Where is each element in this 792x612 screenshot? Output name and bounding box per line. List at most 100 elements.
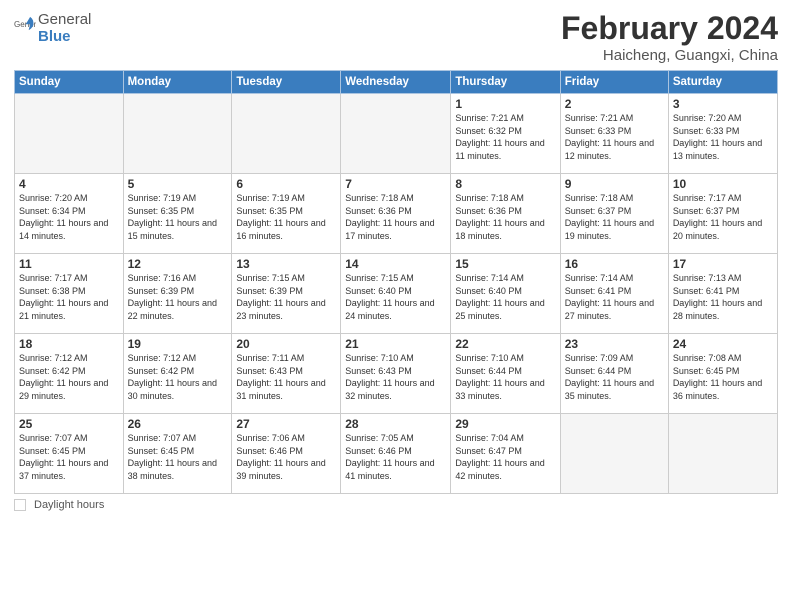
page-header: General General Blue February 2024 Haich… bbox=[14, 10, 778, 64]
calendar-day-cell: 17Sunrise: 7:13 AMSunset: 6:41 PMDayligh… bbox=[668, 254, 777, 334]
calendar-week-row: 25Sunrise: 7:07 AMSunset: 6:45 PMDayligh… bbox=[15, 414, 778, 494]
day-info: Sunrise: 7:14 AMSunset: 6:40 PMDaylight:… bbox=[455, 272, 555, 322]
day-info: Sunrise: 7:15 AMSunset: 6:40 PMDaylight:… bbox=[345, 272, 446, 322]
day-number: 19 bbox=[128, 337, 228, 351]
day-number: 9 bbox=[565, 177, 664, 191]
day-info: Sunrise: 7:14 AMSunset: 6:41 PMDaylight:… bbox=[565, 272, 664, 322]
day-number: 21 bbox=[345, 337, 446, 351]
calendar-day-cell: 24Sunrise: 7:08 AMSunset: 6:45 PMDayligh… bbox=[668, 334, 777, 414]
day-number: 18 bbox=[19, 337, 119, 351]
day-info: Sunrise: 7:18 AMSunset: 6:36 PMDaylight:… bbox=[345, 192, 446, 242]
day-info: Sunrise: 7:16 AMSunset: 6:39 PMDaylight:… bbox=[128, 272, 228, 322]
day-info: Sunrise: 7:17 AMSunset: 6:37 PMDaylight:… bbox=[673, 192, 773, 242]
calendar-day-cell: 27Sunrise: 7:06 AMSunset: 6:46 PMDayligh… bbox=[232, 414, 341, 494]
day-number: 26 bbox=[128, 417, 228, 431]
calendar-day-cell: 18Sunrise: 7:12 AMSunset: 6:42 PMDayligh… bbox=[15, 334, 124, 414]
day-info: Sunrise: 7:18 AMSunset: 6:36 PMDaylight:… bbox=[455, 192, 555, 242]
calendar-day-cell bbox=[341, 94, 451, 174]
title-block: February 2024 Haicheng, Guangxi, China bbox=[561, 10, 778, 64]
calendar-week-row: 1Sunrise: 7:21 AMSunset: 6:32 PMDaylight… bbox=[15, 94, 778, 174]
day-info: Sunrise: 7:12 AMSunset: 6:42 PMDaylight:… bbox=[128, 352, 228, 402]
calendar-day-cell: 19Sunrise: 7:12 AMSunset: 6:42 PMDayligh… bbox=[123, 334, 232, 414]
day-number: 1 bbox=[455, 97, 555, 111]
calendar-day-cell bbox=[15, 94, 124, 174]
day-number: 27 bbox=[236, 417, 336, 431]
day-info: Sunrise: 7:07 AMSunset: 6:45 PMDaylight:… bbox=[19, 432, 119, 482]
calendar-day-cell: 15Sunrise: 7:14 AMSunset: 6:40 PMDayligh… bbox=[451, 254, 560, 334]
weekday-header: Monday bbox=[123, 71, 232, 94]
calendar-day-cell: 13Sunrise: 7:15 AMSunset: 6:39 PMDayligh… bbox=[232, 254, 341, 334]
calendar-day-cell bbox=[123, 94, 232, 174]
day-number: 20 bbox=[236, 337, 336, 351]
day-number: 6 bbox=[236, 177, 336, 191]
day-info: Sunrise: 7:21 AMSunset: 6:33 PMDaylight:… bbox=[565, 112, 664, 162]
subtitle: Haicheng, Guangxi, China bbox=[561, 47, 778, 64]
day-number: 14 bbox=[345, 257, 446, 271]
weekday-header: Friday bbox=[560, 71, 668, 94]
day-info: Sunrise: 7:19 AMSunset: 6:35 PMDaylight:… bbox=[236, 192, 336, 242]
calendar-table: SundayMondayTuesdayWednesdayThursdayFrid… bbox=[14, 70, 778, 494]
calendar-day-cell bbox=[560, 414, 668, 494]
calendar-day-cell: 7Sunrise: 7:18 AMSunset: 6:36 PMDaylight… bbox=[341, 174, 451, 254]
calendar-footer: Daylight hours bbox=[14, 499, 778, 511]
day-info: Sunrise: 7:09 AMSunset: 6:44 PMDaylight:… bbox=[565, 352, 664, 402]
day-number: 23 bbox=[565, 337, 664, 351]
day-number: 12 bbox=[128, 257, 228, 271]
day-info: Sunrise: 7:20 AMSunset: 6:34 PMDaylight:… bbox=[19, 192, 119, 242]
legend-box bbox=[14, 499, 26, 511]
calendar-day-cell: 5Sunrise: 7:19 AMSunset: 6:35 PMDaylight… bbox=[123, 174, 232, 254]
day-number: 4 bbox=[19, 177, 119, 191]
day-info: Sunrise: 7:21 AMSunset: 6:32 PMDaylight:… bbox=[455, 112, 555, 162]
calendar-day-cell: 1Sunrise: 7:21 AMSunset: 6:32 PMDaylight… bbox=[451, 94, 560, 174]
calendar-day-cell: 8Sunrise: 7:18 AMSunset: 6:36 PMDaylight… bbox=[451, 174, 560, 254]
calendar-day-cell: 25Sunrise: 7:07 AMSunset: 6:45 PMDayligh… bbox=[15, 414, 124, 494]
day-number: 3 bbox=[673, 97, 773, 111]
day-info: Sunrise: 7:20 AMSunset: 6:33 PMDaylight:… bbox=[673, 112, 773, 162]
day-number: 15 bbox=[455, 257, 555, 271]
calendar-day-cell: 22Sunrise: 7:10 AMSunset: 6:44 PMDayligh… bbox=[451, 334, 560, 414]
day-info: Sunrise: 7:10 AMSunset: 6:43 PMDaylight:… bbox=[345, 352, 446, 402]
day-number: 22 bbox=[455, 337, 555, 351]
day-number: 24 bbox=[673, 337, 773, 351]
weekday-header: Saturday bbox=[668, 71, 777, 94]
main-title: February 2024 bbox=[561, 10, 778, 47]
weekday-header: Thursday bbox=[451, 71, 560, 94]
calendar-day-cell: 14Sunrise: 7:15 AMSunset: 6:40 PMDayligh… bbox=[341, 254, 451, 334]
day-info: Sunrise: 7:10 AMSunset: 6:44 PMDaylight:… bbox=[455, 352, 555, 402]
day-number: 11 bbox=[19, 257, 119, 271]
calendar-day-cell: 4Sunrise: 7:20 AMSunset: 6:34 PMDaylight… bbox=[15, 174, 124, 254]
day-info: Sunrise: 7:04 AMSunset: 6:47 PMDaylight:… bbox=[455, 432, 555, 482]
calendar-page: General General Blue February 2024 Haich… bbox=[0, 0, 792, 612]
day-number: 17 bbox=[673, 257, 773, 271]
day-number: 10 bbox=[673, 177, 773, 191]
weekday-header: Wednesday bbox=[341, 71, 451, 94]
calendar-day-cell bbox=[668, 414, 777, 494]
calendar-day-cell: 16Sunrise: 7:14 AMSunset: 6:41 PMDayligh… bbox=[560, 254, 668, 334]
day-info: Sunrise: 7:18 AMSunset: 6:37 PMDaylight:… bbox=[565, 192, 664, 242]
calendar-day-cell: 6Sunrise: 7:19 AMSunset: 6:35 PMDaylight… bbox=[232, 174, 341, 254]
day-number: 28 bbox=[345, 417, 446, 431]
day-info: Sunrise: 7:08 AMSunset: 6:45 PMDaylight:… bbox=[673, 352, 773, 402]
day-info: Sunrise: 7:07 AMSunset: 6:45 PMDaylight:… bbox=[128, 432, 228, 482]
logo: General General Blue bbox=[14, 10, 91, 45]
logo-blue-text: Blue bbox=[38, 29, 91, 46]
day-info: Sunrise: 7:15 AMSunset: 6:39 PMDaylight:… bbox=[236, 272, 336, 322]
day-info: Sunrise: 7:17 AMSunset: 6:38 PMDaylight:… bbox=[19, 272, 119, 322]
calendar-day-cell: 3Sunrise: 7:20 AMSunset: 6:33 PMDaylight… bbox=[668, 94, 777, 174]
legend-label: Daylight hours bbox=[34, 499, 104, 511]
calendar-day-cell: 10Sunrise: 7:17 AMSunset: 6:37 PMDayligh… bbox=[668, 174, 777, 254]
day-info: Sunrise: 7:19 AMSunset: 6:35 PMDaylight:… bbox=[128, 192, 228, 242]
calendar-day-cell bbox=[232, 94, 341, 174]
logo-general-text: General bbox=[38, 12, 91, 29]
day-number: 2 bbox=[565, 97, 664, 111]
day-number: 25 bbox=[19, 417, 119, 431]
calendar-day-cell: 28Sunrise: 7:05 AMSunset: 6:46 PMDayligh… bbox=[341, 414, 451, 494]
calendar-week-row: 11Sunrise: 7:17 AMSunset: 6:38 PMDayligh… bbox=[15, 254, 778, 334]
day-info: Sunrise: 7:13 AMSunset: 6:41 PMDaylight:… bbox=[673, 272, 773, 322]
day-number: 7 bbox=[345, 177, 446, 191]
logo-icon: General bbox=[14, 14, 36, 41]
day-number: 13 bbox=[236, 257, 336, 271]
day-number: 5 bbox=[128, 177, 228, 191]
calendar-header-row: SundayMondayTuesdayWednesdayThursdayFrid… bbox=[15, 71, 778, 94]
weekday-header: Sunday bbox=[15, 71, 124, 94]
